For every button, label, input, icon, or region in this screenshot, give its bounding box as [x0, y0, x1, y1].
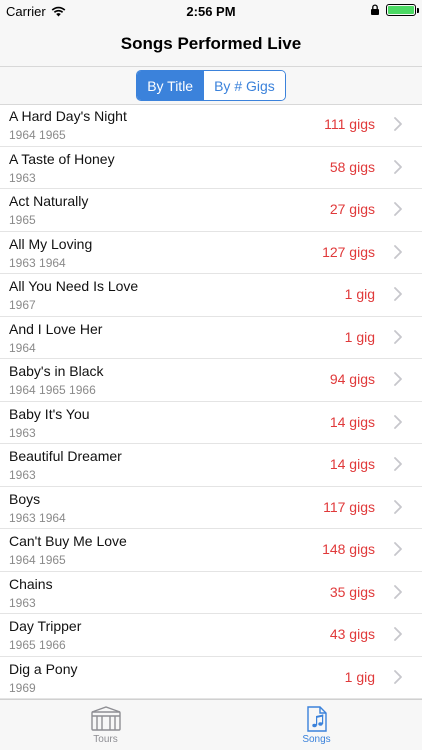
song-years: 1964 [9, 340, 36, 355]
song-title: Can't Buy Me Love [9, 533, 127, 549]
chevron-right-icon [394, 117, 402, 131]
song-row[interactable]: All My Loving 1963 1964 127 gigs [0, 232, 422, 274]
chevron-right-icon [394, 372, 402, 386]
song-years: 1963 [9, 170, 36, 185]
songs-icon [306, 706, 327, 732]
tab-bar: Tours Songs [0, 699, 422, 750]
song-gig-count: 127 gigs [322, 243, 375, 260]
song-row[interactable]: Baby It's You 1963 14 gigs [0, 402, 422, 444]
sort-segmented-control: By Title By # Gigs [136, 70, 286, 101]
song-gig-count: 148 gigs [322, 541, 375, 557]
tab-songs-label: Songs [302, 734, 331, 745]
lock-rotation-icon [371, 4, 379, 15]
song-row[interactable]: Dig a Pony 1969 1 gig [0, 657, 422, 699]
tab-songs[interactable]: Songs [211, 700, 422, 750]
song-gig-count: 117 gigs [323, 498, 375, 515]
song-gig-count: 1 gig [344, 668, 375, 685]
song-gig-count: 1 gig [344, 286, 375, 302]
sort-by-title-button[interactable]: By Title [137, 71, 204, 100]
song-gig-count: 35 gigs [329, 583, 375, 600]
song-title: Day Tripper [9, 618, 82, 634]
tab-tours-label: Tours [93, 734, 118, 745]
tab-tours[interactable]: Tours [0, 700, 211, 750]
song-row[interactable]: A Taste of Honey 1963 58 gigs [0, 147, 422, 189]
chevron-right-icon [394, 542, 402, 556]
song-gig-count: 43 gigs [329, 626, 375, 642]
status-bar: Carrier 2:56 PM [0, 0, 422, 22]
song-years: 1964 1965 [9, 128, 66, 142]
song-years: 1969 [9, 680, 36, 695]
song-gig-count: 94 gigs [329, 371, 375, 387]
song-row[interactable]: Day Tripper 1965 1966 43 gigs [0, 614, 422, 657]
chevron-right-icon [394, 159, 402, 174]
song-title: A Taste of Honey [9, 150, 115, 167]
song-row[interactable]: Baby's in Black 1964 1965 1966 94 gigs [0, 359, 422, 402]
song-title: All My Loving [9, 235, 93, 252]
song-title: Baby It's You [9, 405, 90, 422]
chevron-right-icon [394, 202, 402, 216]
chevron-right-icon [394, 329, 402, 344]
song-title: Baby's in Black [9, 363, 104, 379]
sort-segment-container: By Title By # Gigs [0, 67, 422, 105]
page-title: Songs Performed Live [120, 34, 302, 53]
chevron-right-icon [394, 287, 402, 301]
song-title: Boys [9, 490, 41, 507]
battery-fill [388, 6, 414, 14]
song-gig-count: 14 gigs [329, 413, 375, 430]
song-row[interactable]: Can't Buy Me Love 1964 1965 148 gigs [0, 529, 422, 572]
song-years: 1965 1966 [9, 638, 66, 652]
song-years: 1963 [9, 468, 36, 482]
song-row[interactable]: Chains 1963 35 gigs [0, 572, 422, 614]
chevron-right-icon [394, 244, 402, 259]
song-gig-count: 1 gig [344, 328, 375, 345]
song-gig-count: 58 gigs [329, 158, 375, 175]
song-title: All You Need Is Love [9, 278, 139, 294]
song-gig-count: 27 gigs [329, 201, 375, 217]
battery-tip [417, 8, 419, 13]
song-row[interactable]: Act Naturally 1965 27 gigs [0, 189, 422, 232]
chevron-right-icon [394, 457, 402, 471]
song-gig-count: 111 gigs [324, 116, 375, 132]
song-years: 1963 [9, 425, 36, 440]
song-title: A Hard Day's Night [9, 108, 127, 124]
song-row[interactable]: A Hard Day's Night 1964 1965 111 gigs [0, 104, 422, 147]
song-gig-count: 14 gigs [329, 456, 375, 472]
song-row[interactable]: All You Need Is Love 1967 1 gig [0, 274, 422, 317]
chevron-right-icon [394, 627, 402, 641]
chevron-right-icon [394, 414, 402, 429]
song-row[interactable]: Boys 1963 1964 117 gigs [0, 487, 422, 529]
song-row[interactable]: Beautiful Dreamer 1963 14 gigs [0, 444, 422, 487]
song-title: Dig a Pony [9, 660, 78, 677]
song-years: 1964 1965 1966 [9, 383, 96, 397]
status-time: 2:56 PM [186, 4, 236, 19]
song-title: Beautiful Dreamer [9, 448, 122, 464]
song-years: 1963 1964 [9, 510, 66, 525]
song-title: Chains [9, 575, 53, 592]
tours-icon [90, 706, 121, 731]
navigation-bar: Songs Performed Live [0, 22, 422, 67]
status-right [370, 4, 419, 16]
song-years: 1963 [9, 595, 36, 610]
chevron-right-icon [394, 584, 402, 599]
song-years: 1964 1965 [9, 553, 66, 567]
song-years: 1967 [9, 298, 36, 312]
battery-icon [386, 4, 419, 16]
chevron-right-icon [394, 669, 402, 684]
song-title: And I Love Her [9, 320, 103, 337]
song-years: 1963 1964 [9, 255, 66, 270]
song-years: 1965 [9, 213, 36, 227]
song-list[interactable]: A Hard Day's Night 1964 1965 111 gigs A Tas… [0, 104, 422, 700]
song-row[interactable]: And I Love Her 1964 1 gig [0, 317, 422, 359]
chevron-right-icon [394, 499, 402, 514]
song-title: Act Naturally [9, 193, 89, 209]
sort-by-gigs-button[interactable]: By # Gigs [203, 71, 285, 100]
